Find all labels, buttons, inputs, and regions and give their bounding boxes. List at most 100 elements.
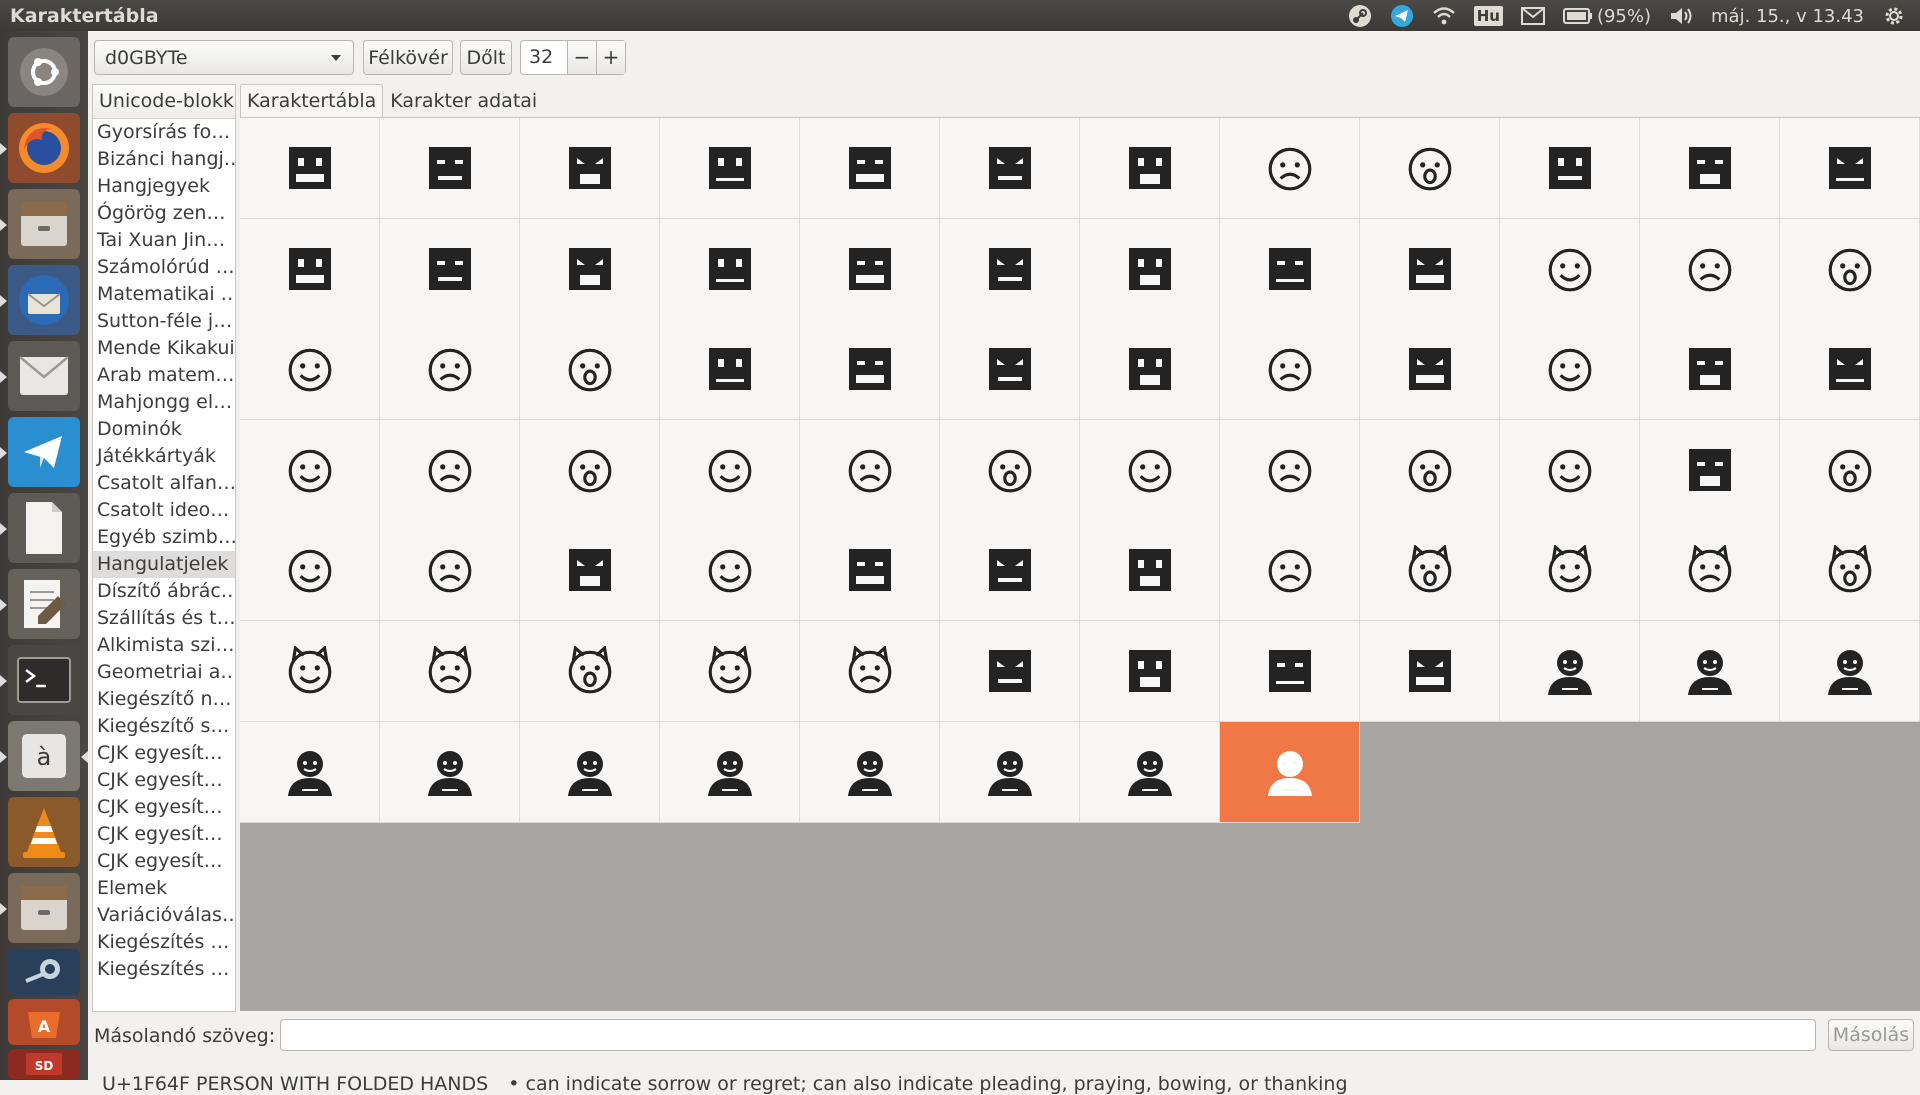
launcher-ubuntu-dash[interactable] — [8, 37, 80, 107]
unicode-block-item[interactable]: Variációválas… — [93, 902, 235, 929]
character-cell[interactable] — [660, 520, 800, 621]
character-cell[interactable] — [800, 621, 940, 722]
unicode-block-item[interactable]: CJK egyesít… — [93, 794, 235, 821]
character-cell[interactable] — [520, 118, 660, 219]
unicode-block-item[interactable]: CJK egyesít… — [93, 767, 235, 794]
launcher-vlc[interactable] — [8, 797, 80, 867]
character-cell[interactable] — [380, 420, 520, 521]
character-cell[interactable] — [520, 420, 660, 521]
character-cell[interactable] — [1220, 219, 1360, 320]
unicode-block-item[interactable]: Tai Xuan Jin… — [93, 227, 235, 254]
character-cell[interactable] — [1640, 219, 1780, 320]
launcher-steam[interactable] — [8, 949, 80, 995]
character-cell[interactable] — [520, 319, 660, 420]
battery-icon[interactable] — [1562, 8, 1593, 24]
unicode-block-item[interactable]: Szállítás és t… — [93, 605, 235, 632]
unicode-block-item[interactable]: CJK egyesít… — [93, 848, 235, 875]
unicode-block-item[interactable]: Számolórúd … — [93, 254, 235, 281]
character-cell[interactable] — [380, 219, 520, 320]
character-cell[interactable] — [940, 319, 1080, 420]
unicode-block-item[interactable]: Hangjegyek — [93, 173, 235, 200]
character-cell[interactable] — [660, 118, 800, 219]
telegram-icon[interactable] — [1390, 4, 1414, 28]
character-cell[interactable] — [940, 722, 1080, 823]
character-cell[interactable] — [1780, 621, 1920, 722]
font-size-spinner[interactable]: 32 − + — [520, 40, 626, 75]
character-cell[interactable] — [1780, 319, 1920, 420]
character-cell[interactable] — [1220, 520, 1360, 621]
unicode-block-item[interactable]: Bizánci hangj… — [93, 146, 235, 173]
unicode-block-item[interactable]: Matematikai … — [93, 281, 235, 308]
launcher-terminal[interactable] — [8, 645, 80, 715]
character-cell[interactable] — [1080, 118, 1220, 219]
character-cell[interactable] — [1500, 118, 1640, 219]
character-cell[interactable] — [1780, 118, 1920, 219]
character-cell[interactable] — [1500, 520, 1640, 621]
character-cell[interactable] — [380, 621, 520, 722]
character-cell[interactable] — [1080, 219, 1220, 320]
character-cell[interactable] — [240, 420, 380, 521]
font-size-value[interactable]: 32 — [521, 41, 567, 74]
unicode-block-item[interactable]: Arab matem… — [93, 362, 235, 389]
character-cell[interactable] — [940, 420, 1080, 521]
character-cell[interactable] — [240, 520, 380, 621]
character-cell[interactable] — [1780, 520, 1920, 621]
character-cell[interactable] — [1080, 520, 1220, 621]
character-cell[interactable] — [1500, 420, 1640, 521]
copy-button[interactable]: Másolás — [1828, 1019, 1914, 1051]
unicode-block-item[interactable]: CJK egyesít… — [93, 821, 235, 848]
character-cell[interactable] — [1220, 621, 1360, 722]
character-cell[interactable] — [240, 319, 380, 420]
character-cell[interactable] — [660, 219, 800, 320]
launcher-telegram[interactable] — [8, 417, 80, 487]
character-cell[interactable] — [940, 219, 1080, 320]
character-cell[interactable] — [800, 520, 940, 621]
launcher-thunderbird[interactable] — [8, 265, 80, 335]
character-cell[interactable] — [380, 118, 520, 219]
character-cell[interactable] — [1220, 319, 1360, 420]
character-cell[interactable] — [520, 520, 660, 621]
character-cell[interactable] — [1640, 520, 1780, 621]
character-cell[interactable] — [1640, 118, 1780, 219]
character-cell[interactable] — [240, 621, 380, 722]
character-cell[interactable] — [940, 520, 1080, 621]
launcher-mail[interactable] — [8, 341, 80, 411]
battery-percent[interactable]: (95%) — [1597, 6, 1651, 27]
character-cell[interactable] — [1500, 319, 1640, 420]
keyboard-layout-icon[interactable]: Hu — [1473, 6, 1503, 26]
character-cell[interactable] — [1640, 621, 1780, 722]
character-cell[interactable] — [660, 319, 800, 420]
character-grid[interactable] — [240, 117, 1920, 1011]
unicode-block-item[interactable]: Mahjongg el… — [93, 389, 235, 416]
character-cell[interactable] — [1360, 420, 1500, 521]
character-cell[interactable] — [1220, 118, 1360, 219]
character-cell[interactable] — [380, 319, 520, 420]
character-cell[interactable] — [1360, 621, 1500, 722]
character-cell[interactable] — [1220, 722, 1360, 823]
character-cell[interactable] — [1360, 520, 1500, 621]
font-family-select[interactable]: d0GBYTe — [94, 40, 354, 75]
unicode-block-item[interactable]: Kiegészítő n… — [93, 686, 235, 713]
unicode-block-item[interactable]: Geometriai a… — [93, 659, 235, 686]
character-cell[interactable] — [800, 420, 940, 521]
character-cell[interactable] — [380, 722, 520, 823]
character-cell[interactable] — [800, 118, 940, 219]
tab-character-details[interactable]: Karakter adatai — [383, 84, 544, 117]
clock[interactable]: máj. 15., v 13.43 — [1711, 6, 1864, 27]
launcher-sd-card[interactable]: SD — [8, 1049, 80, 1079]
unicode-block-item[interactable]: Csatolt ideo… — [93, 497, 235, 524]
character-cell[interactable] — [940, 118, 1080, 219]
unicode-block-item[interactable]: Díszítő ábrác… — [93, 578, 235, 605]
bold-toggle-button[interactable]: Félkövér — [363, 40, 453, 75]
italic-toggle-button[interactable]: Dőlt — [460, 40, 512, 75]
unicode-block-item[interactable]: Sutton-féle j… — [93, 308, 235, 335]
unicode-block-item[interactable]: Kiegészítő s… — [93, 713, 235, 740]
unicode-block-header[interactable]: Unicode-blokk — [93, 85, 235, 119]
character-cell[interactable] — [240, 722, 380, 823]
character-cell[interactable] — [520, 621, 660, 722]
character-cell[interactable] — [1080, 319, 1220, 420]
character-cell[interactable] — [660, 722, 800, 823]
unicode-block-item[interactable]: Dominók — [93, 416, 235, 443]
character-cell[interactable] — [1080, 420, 1220, 521]
character-cell[interactable] — [1360, 118, 1500, 219]
